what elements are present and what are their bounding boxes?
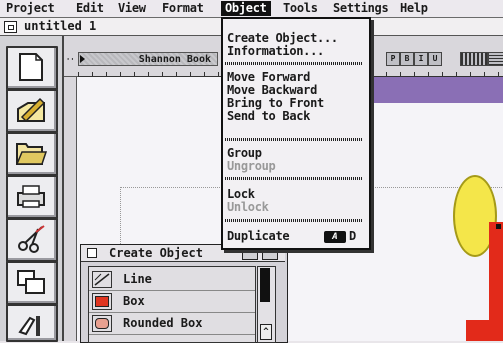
menu-project[interactable]: Project [2,1,58,16]
align-justify-icon[interactable] [488,52,503,66]
scroll-up-arrow-icon[interactable]: ^ [260,324,272,340]
toolbox [0,36,64,342]
bold-button[interactable]: B [400,52,414,66]
tool-new[interactable] [6,46,58,90]
palette-item-box[interactable]: Box [89,291,255,313]
menu-item-unlock: Unlock [227,200,269,214]
menu-bar: Project Edit View Format Object Tools Se… [0,0,503,18]
tool-open[interactable] [6,132,58,176]
palette-item-label: Box [123,294,145,308]
palette-item-line[interactable]: Line [89,269,255,291]
palette-object-list: Line Box Rounded Box [88,266,256,343]
tab-marker-icon[interactable] [80,55,85,63]
style-name-field[interactable]: Shannon Book [78,52,218,66]
window-title: untitled 1 [24,19,97,33]
tool-draw[interactable] [6,89,58,133]
shortcut-key: D [349,229,357,243]
ruler-unit-label: '' [66,57,75,65]
menu-tools[interactable]: Tools [279,1,322,16]
open-folder-icon [15,143,48,165]
menu-item-send-to-back[interactable]: Send to Back [227,110,310,123]
italic-button[interactable]: I [414,52,428,66]
menu-format[interactable]: Format [158,1,208,16]
menu-item-information[interactable]: Information... [227,45,324,58]
new-page-icon [19,53,43,81]
plain-button[interactable]: P [386,52,400,66]
copy-boxes-icon [17,270,45,294]
palette-scroll-thumb[interactable] [260,268,270,302]
box-icon [92,293,112,310]
menu-separator [225,62,362,65]
menu-separator [225,219,362,222]
red-base-shape[interactable] [466,320,503,341]
line-icon [92,271,112,288]
menu-view[interactable]: View [114,1,150,16]
menu-object[interactable]: Object [221,1,271,16]
rounded-box-icon [92,315,112,332]
palette-item-label: Line [123,272,152,286]
scissors-icon [18,225,45,253]
format-buttons: P B I U [386,52,503,66]
palette-item-rounded-box[interactable]: Rounded Box [89,313,255,335]
menu-help[interactable]: Help [396,1,432,16]
pen-tool-icon [17,97,46,123]
underline-button[interactable]: U [428,52,442,66]
menu-item-duplicate[interactable]: Duplicate [227,230,290,243]
palette-close-box[interactable] [87,248,97,258]
tool-cut[interactable] [6,218,58,262]
palette-item-label: Rounded Box [123,316,203,330]
align-left-icon[interactable] [460,52,488,66]
tool-paste[interactable] [6,304,58,342]
menu-settings[interactable]: Settings [329,1,392,16]
tool-copy[interactable] [6,261,58,305]
paste-hand-icon [18,316,40,336]
purple-header-shape[interactable] [366,77,503,103]
printer-icon [17,185,45,208]
shortcut-modifier-badge: A [324,231,346,243]
vertical-ruler [64,77,77,341]
tool-print[interactable] [6,175,58,219]
palette-title: Create Object [109,246,203,260]
menu-edit[interactable]: Edit [72,1,108,16]
selection-handle[interactable] [496,224,501,229]
window-close-box[interactable] [4,21,17,33]
menu-separator [225,138,362,141]
menu-item-ungroup: Ungroup [227,159,276,173]
menu-separator [225,177,362,180]
